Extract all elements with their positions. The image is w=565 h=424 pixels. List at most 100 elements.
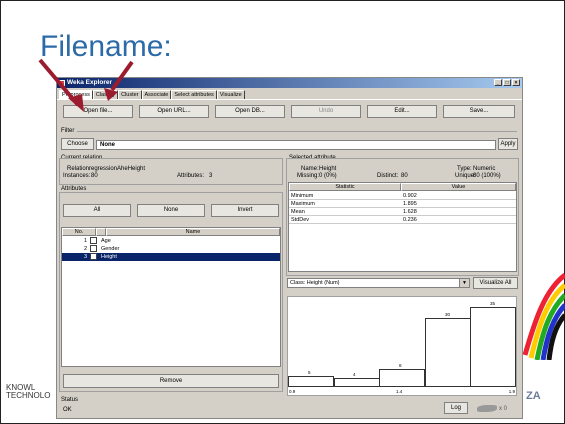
window-title: Weka Explorer: [67, 79, 113, 86]
histogram-axis-mid: 1.4: [396, 389, 403, 394]
tab-select-attributes[interactable]: Select attributes: [171, 90, 217, 99]
tab-bar: Preprocess Classify Cluster Associate Select…: [59, 90, 245, 99]
attributes-table: No. Name 1 Age 2 Gender 3 Height: [61, 227, 281, 367]
statistic-value: 1.895: [403, 201, 417, 207]
histogram-bar-count: 30: [445, 312, 451, 317]
save-button[interactable]: Save...: [443, 105, 515, 118]
apply-button[interactable]: Apply: [498, 138, 518, 150]
attr-name-label: Name:: [301, 166, 319, 172]
statistic-name: Minimum: [291, 193, 314, 199]
attr-unique-value: 80 (100%): [473, 173, 501, 179]
histogram-bar-count: 35: [490, 301, 496, 306]
statistic-value: 1.628: [403, 209, 417, 215]
statistic-row: Mean 1.628: [289, 208, 516, 216]
histogram-bar-count: 8: [399, 363, 402, 368]
undo-button[interactable]: Undo: [291, 105, 361, 118]
attr-name-value: Height: [319, 166, 337, 172]
statistic-row: StdDev 0.236: [289, 216, 516, 224]
histogram-bar-count: 4: [353, 372, 356, 377]
statistic-value: 0.236: [403, 217, 417, 223]
close-button[interactable]: ×: [512, 79, 520, 86]
relation-value: regressionAheHeight: [89, 166, 146, 172]
column-header-no[interactable]: No.: [62, 228, 96, 236]
histogram-bar-count: 5: [308, 370, 311, 375]
filter-label: Filter: [61, 128, 75, 134]
column-header-value[interactable]: Value: [401, 183, 516, 191]
attribute-row-no: 1: [84, 238, 88, 244]
select-none-button[interactable]: None: [137, 204, 205, 217]
attribute-row-no: 2: [84, 246, 88, 252]
tab-preprocess[interactable]: Preprocess: [59, 90, 93, 99]
column-header-name[interactable]: Name: [106, 228, 280, 236]
edit-button[interactable]: Edit...: [367, 105, 437, 118]
attribute-row-checkbox[interactable]: [90, 245, 99, 253]
histogram: 5 4 8 30 35 0.9 1.4 1.9: [287, 296, 517, 396]
tab-classify[interactable]: Classify: [92, 90, 119, 99]
histogram-bar: [379, 369, 425, 387]
attribute-row-selected[interactable]: 3 Height: [62, 253, 280, 261]
minimize-button[interactable]: _: [494, 79, 502, 86]
status-text: OK: [63, 407, 72, 413]
column-header-check[interactable]: [96, 228, 106, 236]
attribute-row[interactable]: 1 Age: [62, 237, 280, 245]
attr-type-label: Type:: [457, 166, 472, 172]
tab-associate[interactable]: Associate: [141, 90, 172, 99]
tab-cluster[interactable]: Cluster: [118, 90, 142, 99]
histogram-axis-max: 1.9: [508, 389, 515, 394]
logo-left-line2: TECHNOLO: [6, 391, 51, 400]
class-attribute-value: Class: Height (Num): [290, 280, 340, 286]
attributes-count-value: 3: [209, 173, 213, 179]
histogram-bar: [470, 307, 516, 387]
class-attribute-select[interactable]: Class: Height (Num) ▼: [287, 278, 470, 288]
window-controls: _ □ ×: [493, 79, 520, 86]
weka-explorer-window: Weka Explorer _ □ × Preprocess Classify Clus…: [56, 77, 523, 419]
statistic-row: Maximum 1.895: [289, 200, 516, 208]
relation-label: Relation:: [67, 166, 91, 172]
attribute-row-name: Gender: [101, 246, 120, 252]
attribute-row-name: Height: [101, 254, 117, 260]
instances-value: 80: [91, 173, 98, 179]
attributes-count-label: Attributes:: [177, 173, 205, 179]
logo-right: ZA: [526, 390, 541, 402]
column-header-statistic[interactable]: Statistic: [289, 183, 401, 191]
histogram-bar: [334, 378, 380, 387]
attribute-row-no: 3: [84, 254, 88, 260]
choose-filter-button[interactable]: Choose: [61, 138, 94, 150]
task-count: x 0: [499, 406, 508, 412]
attr-missing-label: Missing:: [297, 173, 320, 179]
statistics-table: Statistic Value Minimum 0.902 Maximum 1.…: [288, 182, 517, 272]
title-bar: Weka Explorer _ □ ×: [57, 78, 522, 88]
tab-divider: [57, 99, 522, 100]
open-db-button[interactable]: Open DB...: [215, 105, 285, 118]
tab-visualize[interactable]: Visualize: [216, 90, 245, 99]
remove-button[interactable]: Remove: [63, 374, 279, 388]
attr-distinct-value: 80: [401, 173, 408, 179]
filter-field[interactable]: None: [96, 140, 496, 150]
attribute-row-checkbox[interactable]: [90, 253, 99, 261]
instances-label: Instances:: [63, 173, 91, 179]
maximize-button[interactable]: □: [503, 79, 511, 86]
statistic-value: 0.902: [403, 193, 417, 199]
select-all-button[interactable]: All: [63, 204, 131, 217]
attr-missing-value: 0 (0%): [319, 173, 337, 179]
filter-divider: [77, 131, 517, 132]
visualize-all-button[interactable]: Visualize All: [473, 277, 518, 289]
open-file-button[interactable]: Open file...: [63, 105, 133, 118]
statistic-name: Maximum: [291, 201, 315, 207]
log-button[interactable]: Log: [444, 402, 468, 414]
logo-left: KNOWL TECHNOLO: [6, 384, 54, 416]
slide-title: Filename:: [40, 30, 172, 63]
histogram-bar: [425, 318, 471, 387]
attr-type-value: Numeric: [473, 166, 496, 172]
statistic-name: StdDev: [291, 217, 310, 223]
statistic-name: Mean: [291, 209, 305, 215]
open-url-button[interactable]: Open URL...: [139, 105, 209, 118]
statistic-row: Minimum 0.902: [289, 192, 516, 200]
invert-selection-button[interactable]: Invert: [211, 204, 279, 217]
attribute-row[interactable]: 2 Gender: [62, 245, 280, 253]
chevron-down-icon[interactable]: ▼: [459, 279, 469, 287]
attr-distinct-label: Distinct:: [377, 173, 399, 179]
attribute-row-checkbox[interactable]: [90, 237, 99, 245]
histogram-axis-min: 0.9: [289, 389, 296, 394]
weka-bird-icon: [477, 405, 497, 412]
